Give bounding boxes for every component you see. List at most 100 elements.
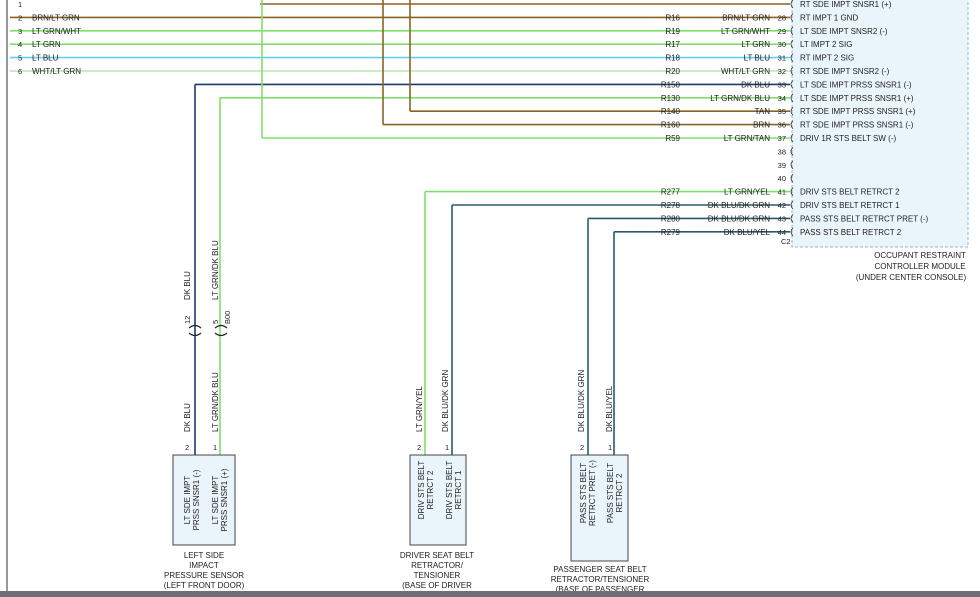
pass-pin-1: 1 (608, 443, 612, 452)
module-pin-label-33: LT SDE IMPT PRSS SNSR1 (-) (800, 80, 912, 89)
inline-pin-left: 12 (183, 316, 192, 324)
wiring-diagram: RT SDE IMPT SNSR1 (+) 28 R16 BRN/LT GRN RT I… (0, 0, 980, 597)
module-pin-29: 29 (778, 27, 786, 36)
module-wire-44: DK BLU/YEL (724, 228, 771, 237)
vertical-wire-group (194, 0, 615, 455)
module-pin-35: 35 (778, 107, 786, 116)
circuit-R18: R18 (665, 54, 680, 63)
driver-caption-3: TENSIONER (414, 571, 461, 580)
sensor-caption-2: IMPACT (189, 561, 219, 570)
module-pin-label-28: RT IMPT 1 GND (800, 13, 858, 22)
module-pin-41: 41 (778, 188, 786, 197)
module-wire-28: BRN/LT GRN (722, 13, 770, 22)
module-pin-label-43: PASS STS BELT RETRCT PRET (-) (800, 214, 929, 223)
pass-caption-1: PASSENGER SEAT BELT (553, 565, 646, 574)
circuit-R130: R130 (661, 94, 681, 103)
module-wire-41: LT GRN/YEL (724, 188, 770, 197)
driver-box-text-2a: DRIV STS BELT (445, 461, 454, 520)
driver-pin-1: 1 (445, 443, 449, 452)
module-wire-33: DK BLU (741, 80, 770, 89)
module-pin-label-top: RT SDE IMPT SNSR1 (+) (800, 0, 892, 9)
module-name-line-1: OCCUPANT RESTRAINT (874, 251, 966, 260)
module-pin-40: 40 (778, 174, 786, 183)
inline-upper-wire-right: LT GRN/DK BLU (211, 240, 220, 300)
module-wire-42: DK BLU/DK GRN (708, 201, 770, 210)
driver-caption-1: DRIVER SEAT BELT (400, 551, 474, 560)
circuit-R160: R160 (661, 121, 681, 130)
driver-wire-label-2: LT GRN/YEL (415, 386, 424, 432)
circuit-R19: R19 (665, 27, 680, 36)
inline-pin-right: 5 (211, 320, 220, 324)
pass-wire-label-1: DK BLU/YEL (605, 385, 614, 432)
sensor-box-text-1b: PRSS SNSR1 (-) (192, 469, 201, 530)
left-pin-6: 6 (18, 67, 22, 76)
module-name-line-3: (UNDER CENTER CONSOLE) (856, 273, 967, 282)
inline-lower-wire-right: LT GRN/DK BLU (211, 372, 220, 432)
inline-lower-wire-left: DK BLU (183, 403, 192, 432)
inline-connector: 12 5 B00 (183, 311, 232, 337)
bottom-bar (0, 591, 980, 597)
sensor-box-text-1a: LT SDE IMPT (183, 476, 192, 525)
module-wire-30: LT GRN (741, 40, 770, 49)
left-wire-label-5: LT BLU (32, 54, 59, 63)
inline-connector-arc-right-top (214, 324, 228, 329)
pass-box-text-2b: RETRCT 2 (615, 473, 624, 513)
pass-caption-2: RETRACTOR/TENSIONER (551, 575, 650, 584)
pass-box-text-2a: PASS STS BELT (606, 463, 615, 523)
circuit-R280: R280 (661, 214, 681, 223)
module-wire-29: LT GRN/WHT (721, 27, 770, 36)
driver-caption-4: (BASE OF DRIVER (402, 581, 472, 590)
pass-box-text-1b: RETRCT PRET (-) (588, 460, 597, 526)
module-wire-43: DK BLU/DK GRN (708, 214, 770, 223)
pass-wire-label-2: DK BLU/DK GRN (577, 370, 586, 432)
inline-upper-wire-left: DK BLU (183, 271, 192, 300)
circuit-R140: R140 (661, 107, 681, 116)
circuit-R150: R150 (661, 80, 681, 89)
module-pin-label-34: LT SDE IMPT PRSS SNSR1 (+) (800, 94, 914, 103)
module-connector-id: C2 (781, 237, 791, 246)
module-pin-label-32: RT SDE IMPT SNSR2 (-) (800, 67, 890, 76)
module-pin-33: 33 (778, 80, 786, 89)
module-pin-label-41: DRIV STS BELT RETRCT 2 (800, 188, 900, 197)
sensor-box-text-2a: LT SDE IMPT (211, 476, 220, 525)
module-pin-28: 28 (778, 13, 786, 22)
left-wire-label-4: LT GRN (32, 40, 61, 49)
driver-box-text-1b: RETRCT 2 (426, 470, 435, 510)
module-pin-30: 30 (778, 40, 786, 49)
module-wire-32: WHT/LT GRN (721, 67, 770, 76)
module-pin-label-36: RT SDE IMPT PRSS SNSR1 (-) (800, 121, 914, 130)
inline-connector-arc-right-bottom (214, 332, 228, 337)
driver-pin-2: 2 (417, 443, 421, 452)
module-pin-42: 42 (778, 201, 786, 210)
module-pin-43: 43 (778, 214, 786, 223)
left-wire-label-2: BRN/LT GRN (32, 13, 80, 22)
left-pin-2: 2 (18, 13, 22, 22)
module-wire-31: LT BLU (744, 54, 771, 63)
module-wire-35: TAN (755, 107, 771, 116)
module-pin-label-37: DRIV 1R STS BELT SW (-) (800, 134, 896, 143)
left-wire-label-3: LT GRN/WHT (32, 27, 81, 36)
module-pin-label-30: LT IMPT 2 SIG (800, 40, 852, 49)
circuit-R16: R16 (665, 13, 680, 22)
module-pin-label-31: RT IMPT 2 SIG (800, 54, 854, 63)
driver-caption-2: RETRACTOR/ (411, 561, 464, 570)
circuit-R59: R59 (665, 134, 680, 143)
driver-box-text-1a: DRIV STS BELT (417, 461, 426, 520)
module-pin-32: 32 (778, 67, 786, 76)
sensor-pin-2: 2 (185, 443, 189, 452)
circuit-R17: R17 (665, 40, 680, 49)
module-pin-label-35: RT SDE IMPT PRSS SNSR1 (+) (800, 107, 916, 116)
circuit-R279: R279 (661, 228, 681, 237)
module-pin-36: 36 (778, 121, 786, 130)
left-pin-5: 5 (18, 54, 22, 63)
module-pin-39: 39 (778, 161, 786, 170)
module-name-line-2: CONTROLLER MODULE (874, 262, 965, 271)
module-pin-label-44: PASS STS BELT RETRCT 2 (800, 228, 902, 237)
module-pin-label-29: LT SDE IMPT SNSR2 (-) (800, 27, 888, 36)
sensor-caption-1: LEFT SIDE (184, 551, 224, 560)
driver-box-text-2b: RETRCT 1 (454, 470, 463, 510)
module-wire-37: LT GRN/TAN (724, 134, 770, 143)
module-wire-36: BRN (753, 121, 770, 130)
left-wire-label-6: WHT/LT GRN (32, 67, 81, 76)
driver-wire-label-1: DK BLU/DK GRN (441, 370, 450, 432)
